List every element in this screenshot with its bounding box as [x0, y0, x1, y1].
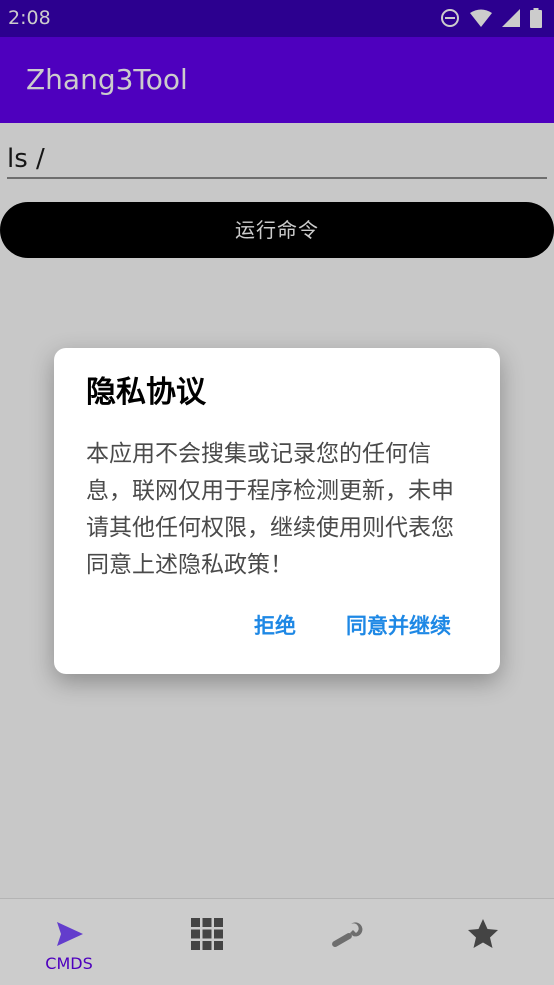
reject-button[interactable]: 拒绝 [254, 612, 296, 640]
dialog-title: 隐私协议 [86, 375, 206, 410]
agree-continue-button[interactable]: 同意并继续 [346, 612, 451, 640]
privacy-dialog: 隐私协议 本应用不会搜集或记录您的任何信息，联网仅用于程序检测更新，未申请其他任… [54, 348, 500, 674]
dialog-message: 本应用不会搜集或记录您的任何信息，联网仅用于程序检测更新，未申请其他任何权限，继… [86, 441, 454, 578]
screen: 2:08 Zhang3Tool 运行命令 [0, 0, 554, 985]
